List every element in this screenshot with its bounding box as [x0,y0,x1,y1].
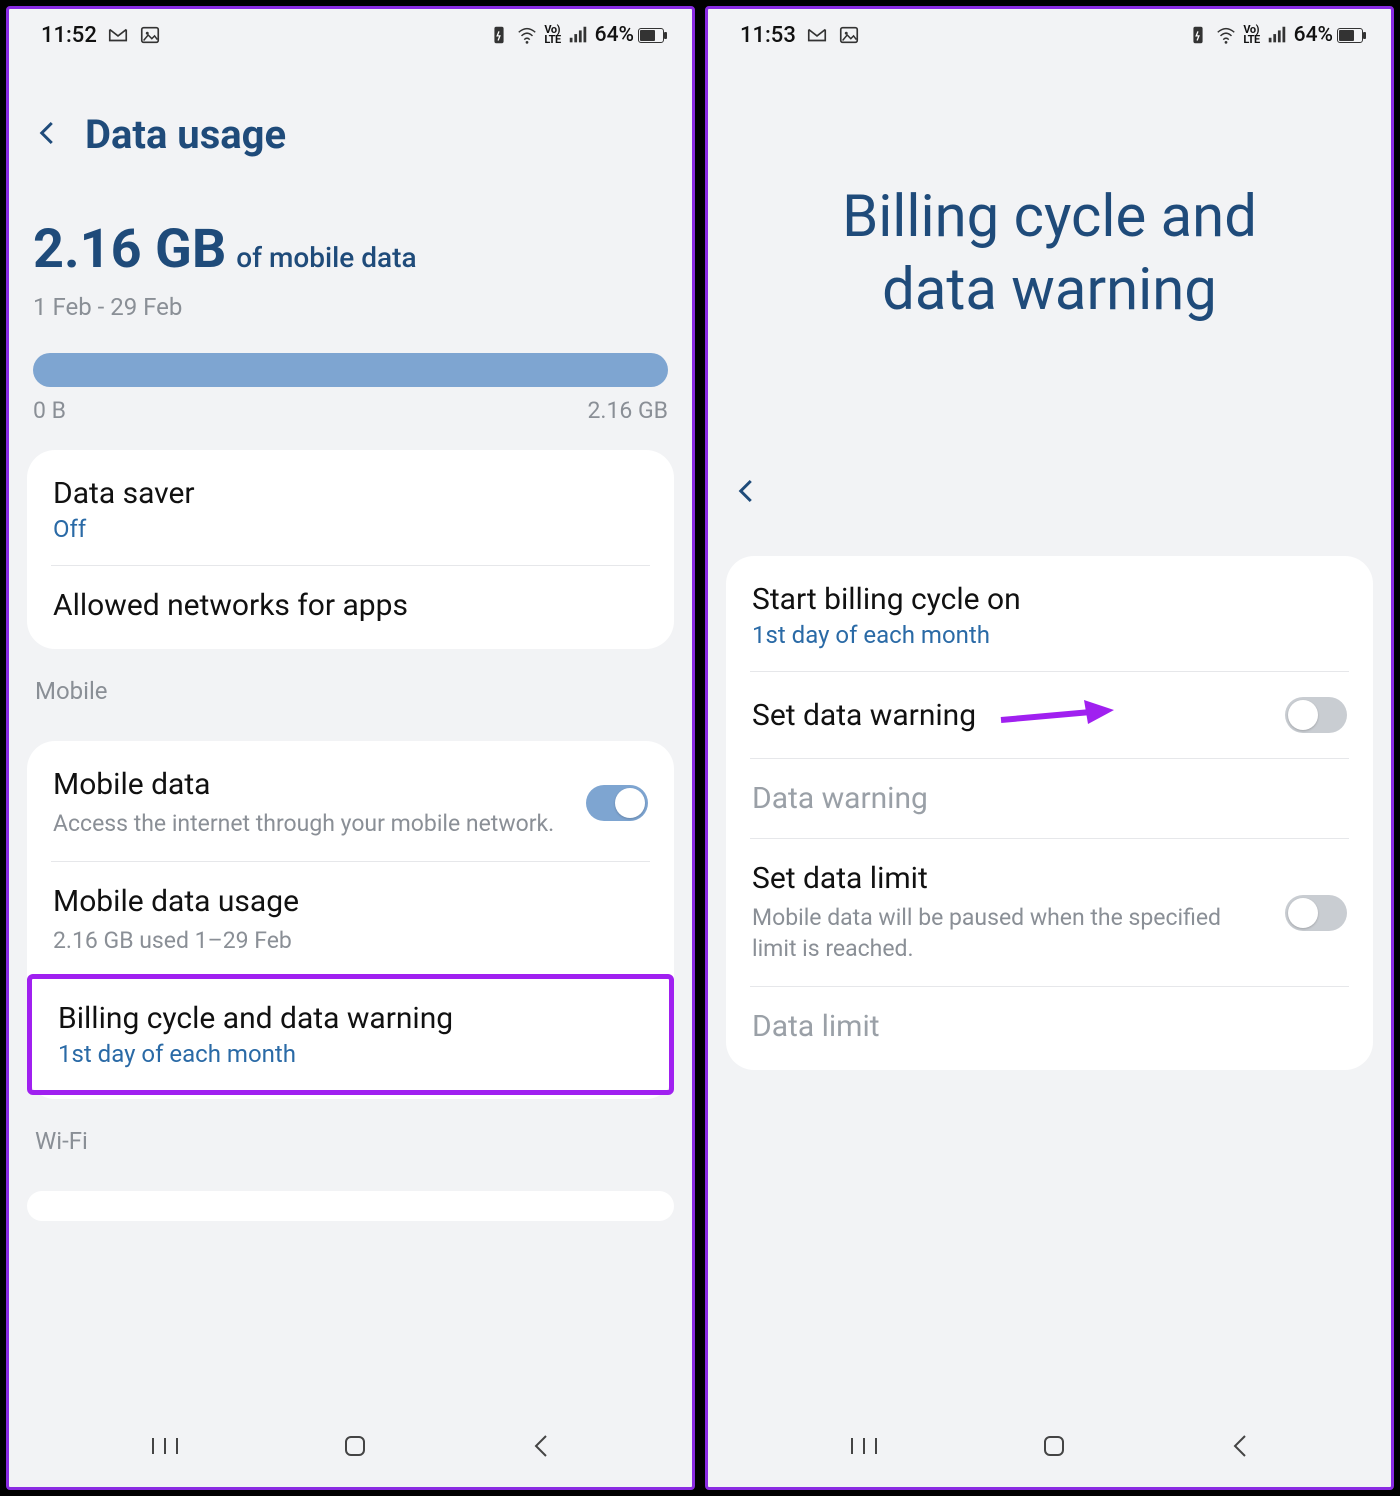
wifi-icon [516,24,538,46]
battery-indicator: 64% [1294,23,1363,47]
usage-period: 1 Feb - 29 Feb [33,293,668,321]
nav-back[interactable] [529,1432,553,1464]
row-mobile-data-usage[interactable]: Mobile data usage 2.16 GB used 1–29 Feb [27,862,674,978]
large-page-title: Billing cycle and data warning [726,61,1373,466]
row-data-warning: Data warning [726,759,1373,838]
set-data-warning-toggle[interactable] [1285,697,1347,733]
row-set-data-limit[interactable]: Set data limit Mobile data will be pause… [726,839,1373,986]
screenshot-left: 11:52 Vo)LTE 64% [6,6,695,1490]
back-button[interactable] [33,118,63,152]
card-mobile: Mobile data Access the internet through … [27,741,674,1099]
picture-icon [139,24,161,46]
usage-bar-max: 2.16 GB [587,397,668,424]
system-navbar [9,1417,692,1487]
status-time: 11:52 [41,23,97,48]
row-data-saver[interactable]: Data saver Off [27,454,674,565]
back-button[interactable] [732,476,1367,510]
picture-icon [838,24,860,46]
wifi-icon [1215,24,1237,46]
mobile-data-toggle[interactable] [586,785,648,821]
status-bar: 11:53 Vo)LTE 64% [708,9,1391,61]
set-data-limit-toggle[interactable] [1285,895,1347,931]
gmail-icon [806,24,828,46]
battery-care-icon [488,24,510,46]
signal-icon [567,24,589,46]
row-start-billing-cycle[interactable]: Start billing cycle on 1st day of each m… [726,560,1373,671]
screenshot-right: 11:53 Vo)LTE 64% [705,6,1394,1490]
status-bar: 11:52 Vo)LTE 64% [9,9,692,61]
gmail-icon [107,24,129,46]
page-title: Data usage [85,111,286,158]
nav-recent[interactable] [148,1433,182,1463]
annotation-arrow [996,696,1116,736]
volte-icon: Vo)LTE [544,25,560,45]
row-mobile-data[interactable]: Mobile data Access the internet through … [27,745,674,861]
annotation-highlight: Billing cycle and data warning 1st day o… [27,974,674,1095]
usage-bar [33,353,668,387]
usage-amount: 2.16 GB [33,218,226,281]
nav-home[interactable] [340,1431,370,1465]
usage-suffix: of mobile data [236,241,416,274]
section-wifi-label: Wi-Fi [27,1099,674,1165]
app-header: Data usage [27,61,674,186]
nav-back[interactable] [1228,1432,1252,1464]
row-allowed-networks[interactable]: Allowed networks for apps [27,566,674,645]
row-data-limit: Data limit [726,987,1373,1066]
card-billing-settings: Start billing cycle on 1st day of each m… [726,556,1373,1070]
card-wifi-partial [27,1191,674,1221]
system-navbar [708,1417,1391,1487]
signal-icon [1266,24,1288,46]
nav-recent[interactable] [847,1433,881,1463]
status-time: 11:53 [740,23,796,48]
row-billing-cycle[interactable]: Billing cycle and data warning 1st day o… [32,979,669,1090]
nav-home[interactable] [1039,1431,1069,1465]
card-general: Data saver Off Allowed networks for apps [27,450,674,649]
usage-summary: 2.16 GB of mobile data 1 Feb - 29 Feb 0 … [27,186,674,424]
battery-care-icon [1187,24,1209,46]
row-set-data-warning[interactable]: Set data warning [726,672,1373,758]
usage-bar-min: 0 B [33,397,66,424]
volte-icon: Vo)LTE [1243,25,1259,45]
battery-indicator: 64% [595,23,664,47]
section-mobile-label: Mobile [27,649,674,715]
